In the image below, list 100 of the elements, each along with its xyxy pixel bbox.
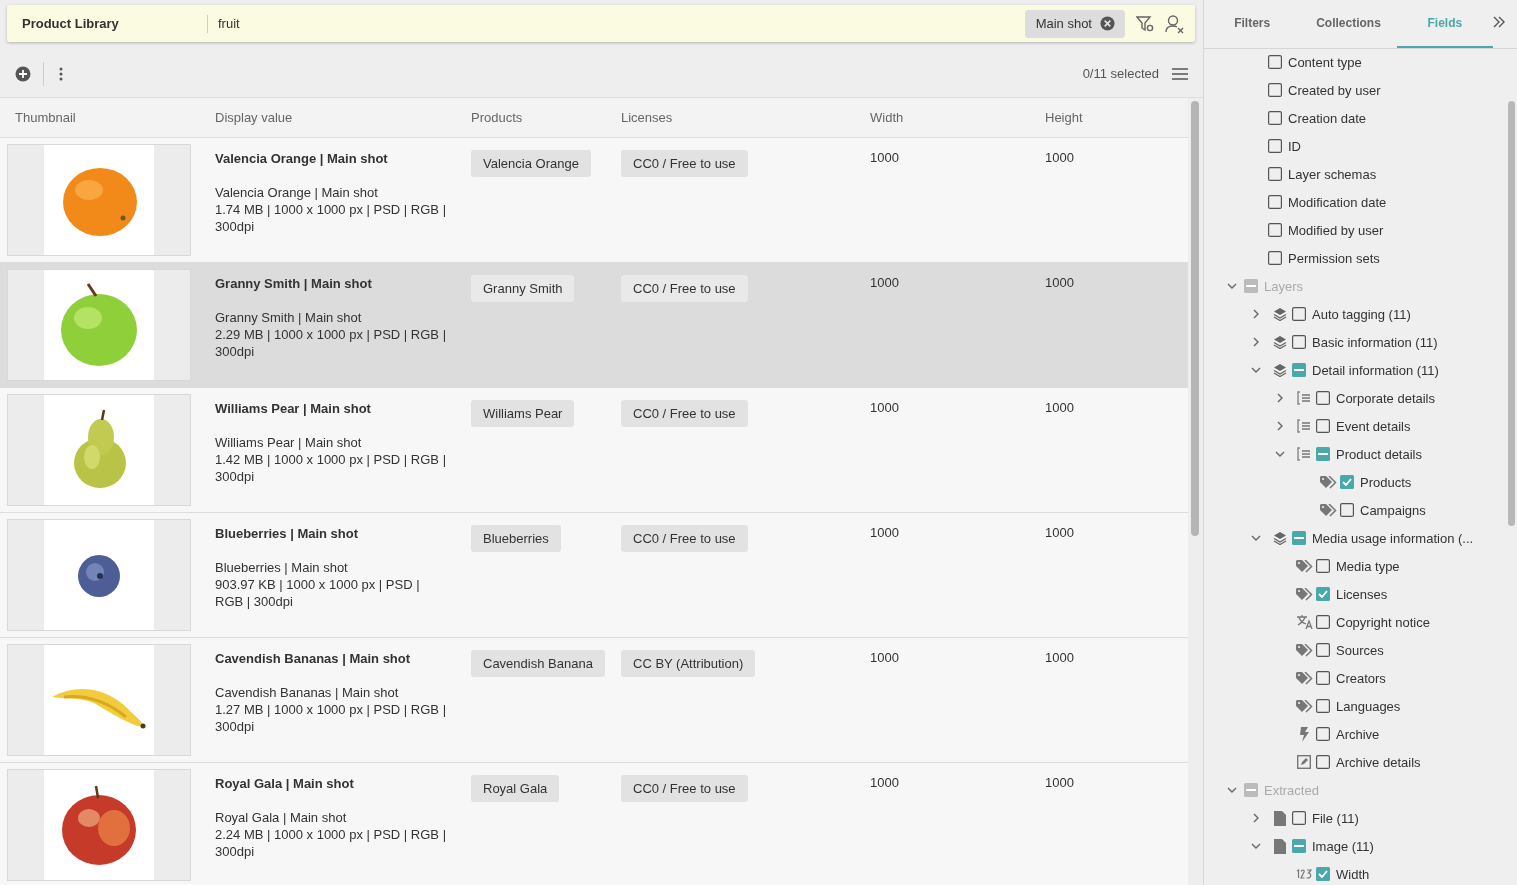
edit-icon <box>1297 755 1311 769</box>
license-tag[interactable]: CC BY (Attribution) <box>621 650 756 677</box>
checkbox[interactable] <box>1268 83 1282 97</box>
collapse-panel-icon[interactable] <box>1493 16 1505 28</box>
product-tag[interactable]: Blueberries <box>471 525 561 552</box>
checkbox[interactable] <box>1268 139 1282 153</box>
bolt-icon <box>1299 726 1309 742</box>
table-row[interactable]: Valencia Orange | Main shot Valencia Orange | Main shot 1.74 MB | 1000 x 1000 px | PSD | RGB | 300dpi Valencia Orange CC0 / Free to use 1000 1000 <box>0 138 1188 263</box>
table-cell: 1000 <box>1045 525 1074 540</box>
column-header[interactable]: Height <box>1030 110 1188 125</box>
tags-icon <box>1295 671 1313 685</box>
tags-icon <box>1319 503 1337 517</box>
menu-icon[interactable] <box>1172 67 1188 80</box>
table-cell: 1000 <box>1045 150 1074 165</box>
asset-details: 2.24 MB | 1000 x 1000 px | PSD | RGB | 300dpi <box>215 826 447 860</box>
field-label[interactable]: ID <box>1288 138 1301 154</box>
product-tag[interactable]: Royal Gala <box>471 775 560 802</box>
checkbox[interactable] <box>1268 111 1282 125</box>
column-header[interactable]: Display value <box>200 110 456 125</box>
field-label[interactable]: Content type <box>1288 54 1362 70</box>
table-row[interactable]: Royal Gala | Main shot Royal Gala | Main shot 2.24 MB | 1000 x 1000 px | PSD | RGB | 300dpi Royal Gala CC0 / Free to use 1000 1000 <box>0 763 1188 885</box>
asset-title: Blueberries | Main shot <box>215 525 360 542</box>
scrollbar-thumb[interactable] <box>1508 101 1515 526</box>
column-header[interactable]: Products <box>456 110 606 125</box>
search-bar[interactable]: Product Library fruit Main shot <box>7 5 1195 42</box>
field-label[interactable]: Creation date <box>1288 110 1367 126</box>
asset-subtitle: Williams Pear | Main shot <box>215 434 363 451</box>
product-tag[interactable]: Valencia Orange <box>471 150 591 177</box>
table-cell: 1000 <box>1045 650 1074 665</box>
asset-details: 1.74 MB | 1000 x 1000 px | PSD | RGB | 300dpi <box>215 201 447 235</box>
list-icon <box>1297 391 1311 405</box>
asset-subtitle: Royal Gala | Main shot <box>215 809 348 826</box>
table-cell: 1000 <box>870 650 899 665</box>
license-tag[interactable]: CC0 / Free to use <box>621 775 748 802</box>
asset-subtitle: Blueberries | Main shot <box>215 559 349 576</box>
field-label[interactable]: Layer schemas <box>1288 166 1377 182</box>
close-icon[interactable] <box>1100 16 1115 31</box>
panel-tab[interactable]: Filters <box>1204 0 1301 48</box>
tags-icon <box>1295 699 1313 713</box>
checkbox[interactable] <box>1268 195 1282 209</box>
layers-icon <box>1273 531 1287 545</box>
checkbox[interactable] <box>1268 167 1282 181</box>
field-label[interactable]: Modification date <box>1288 194 1387 210</box>
table-row[interactable]: Williams Pear | Main shot Williams Pear | Main shot 1.42 MB | 1000 x 1000 px | PSD | RGB | 300dpi Williams Pear CC0 / Free to use 1000 1000 <box>0 388 1188 513</box>
asset-subtitle: Cavendish Bananas | Main shot <box>215 684 400 701</box>
table-cell: 1000 <box>1045 400 1074 415</box>
asset-title: Williams Pear | Main shot <box>215 400 372 417</box>
license-tag[interactable]: CC0 / Free to use <box>621 275 748 302</box>
filter-chip[interactable]: Main shot <box>1024 9 1125 38</box>
table-row[interactable]: Granny Smith | Main shot Granny Smith | Main shot 2.29 MB | 1000 x 1000 px | PSD | RGB | 300dpi Granny Smith CC0 / Free to use 1000 1000 <box>0 263 1188 388</box>
asset-details: 1.42 MB | 1000 x 1000 px | PSD | RGB | 300dpi <box>215 451 447 485</box>
file-icon <box>1274 810 1286 826</box>
table-cell: 1000 <box>870 275 899 290</box>
table-cell: 1000 <box>1045 275 1074 290</box>
license-tag[interactable]: CC0 / Free to use <box>621 150 748 177</box>
tags-icon <box>1295 587 1313 601</box>
column-header[interactable]: Width <box>855 110 1030 125</box>
layers-icon <box>1273 335 1287 349</box>
checkbox[interactable] <box>1268 251 1282 265</box>
table-row[interactable]: Cavendish Bananas | Main shot Cavendish Bananas | Main shot 1.27 MB | 1000 x 1000 px | PSD | RGB | 300dpi Cavendish Banana CC BY (Attribution) 1000 1000 <box>0 638 1188 763</box>
list-icon <box>1297 447 1311 461</box>
search-query[interactable]: fruit <box>208 16 1025 31</box>
more-icon[interactable] <box>59 66 63 81</box>
tags-icon <box>1319 475 1337 489</box>
table-cell: 1000 <box>1045 775 1074 790</box>
column-header[interactable]: Thumbnail <box>0 110 200 125</box>
product-tag[interactable]: Granny Smith <box>471 275 575 302</box>
checkbox[interactable] <box>1268 223 1282 237</box>
asset-details: 903.97 KB | 1000 x 1000 px | PSD | RGB | 300dpi <box>215 576 421 610</box>
add-icon[interactable] <box>15 65 31 82</box>
translate-icon <box>1295 614 1313 630</box>
asset-subtitle: Granny Smith | Main shot <box>215 309 363 326</box>
scrollbar-thumb[interactable] <box>1191 101 1199 536</box>
layers-icon <box>1273 307 1287 321</box>
panel-tab[interactable]: Collections <box>1300 0 1397 48</box>
field-label[interactable]: Permission sets <box>1288 250 1380 266</box>
column-header[interactable]: Licenses <box>606 110 855 125</box>
asset-title: Cavendish Bananas | Main shot <box>215 650 412 667</box>
checkbox[interactable] <box>1268 55 1282 69</box>
license-tag[interactable]: CC0 / Free to use <box>621 525 748 552</box>
library-name[interactable]: Product Library <box>7 16 207 31</box>
filter-settings-icon[interactable] <box>1136 14 1154 33</box>
file-icon <box>1274 838 1286 854</box>
selection-count: 0/11 selected <box>1082 66 1159 81</box>
table-cell: 1000 <box>870 525 899 540</box>
asset-title: Valencia Orange | Main shot <box>215 150 389 167</box>
asset-details: 1.27 MB | 1000 x 1000 px | PSD | RGB | 300dpi <box>215 701 447 735</box>
layers-icon <box>1273 363 1287 377</box>
tags-icon <box>1295 643 1313 657</box>
asset-details: 2.29 MB | 1000 x 1000 px | PSD | RGB | 300dpi <box>215 326 447 360</box>
clear-user-icon[interactable] <box>1165 13 1185 34</box>
tags-icon <box>1295 559 1313 573</box>
table-row[interactable]: Blueberries | Main shot Blueberries | Main shot 903.97 KB | 1000 x 1000 px | PSD | RGB | 300dpi Blueberries CC0 / Free to use 1000 1000 <box>0 513 1188 638</box>
field-label[interactable]: Created by user <box>1288 82 1381 98</box>
table-cell: 1000 <box>870 400 899 415</box>
product-tag[interactable]: Williams Pear <box>471 400 575 427</box>
product-tag[interactable]: Cavendish Banana <box>471 650 605 677</box>
license-tag[interactable]: CC0 / Free to use <box>621 400 748 427</box>
field-label[interactable]: Modified by user <box>1288 222 1384 238</box>
asset-title: Royal Gala | Main shot <box>215 775 355 792</box>
